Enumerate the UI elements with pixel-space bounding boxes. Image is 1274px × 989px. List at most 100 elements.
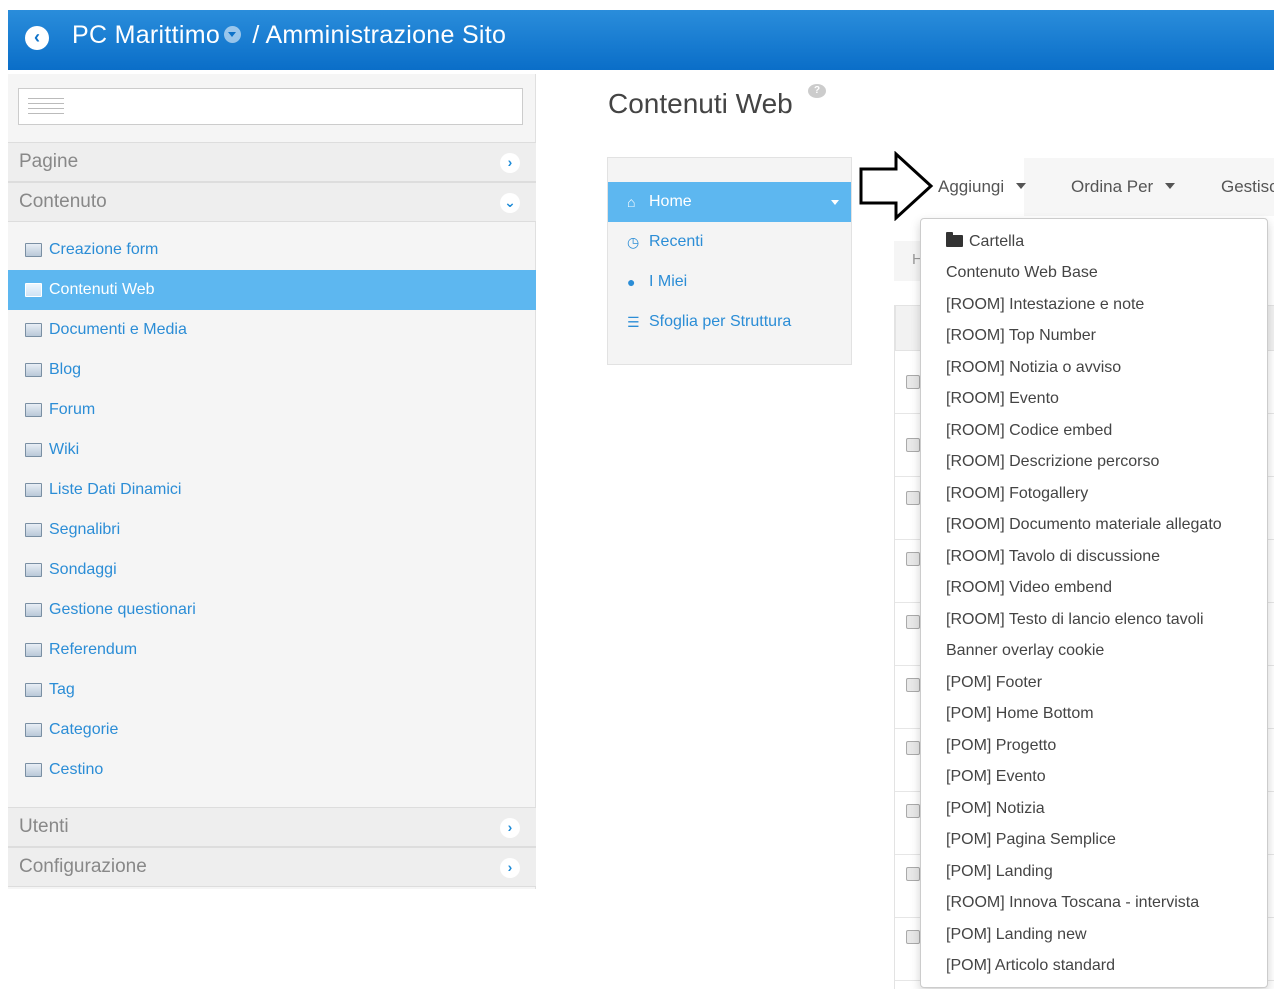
content-subnav: ⌂ Home ◷ Recenti ● I Miei ☰ Sfoglia per … [607,157,852,365]
add-label: Aggiungi [938,177,1005,196]
sidebar-item-wiki[interactable]: Wiki [8,430,536,470]
wiki-icon [25,443,42,457]
sidebar-item-blog[interactable]: Blog [8,350,536,390]
menu-item[interactable]: Contenuto Web Base [946,257,1098,288]
sidebar-item-forum[interactable]: Forum [8,390,536,430]
menu-item[interactable]: [ROOM] Codice embed [946,415,1112,446]
menu-item[interactable]: [ROOM] Documento materiale allegato [946,509,1222,540]
menu-item[interactable]: [ROOM] Top Number [946,320,1096,351]
dynamic-data-icon [25,483,42,497]
pointer-arrow-icon [859,151,934,221]
row-checkbox[interactable] [906,375,920,389]
sidebar-item-segnalibri[interactable]: Segnalibri [8,510,536,550]
sidebar-item-contenuti-web[interactable]: Contenuti Web [8,270,536,310]
row-checkbox[interactable] [906,491,920,505]
menu-item[interactable]: [POM] Landing [946,856,1053,887]
sidebar-item-label: Sondaggi [49,561,117,578]
sidebar-item-referendum[interactable]: Referendum [8,630,536,670]
menu-item[interactable]: [POM] Landing new [946,919,1087,950]
top-bar: ‹ PC Marittimo / Amministrazione Sito [8,10,1274,70]
sidebar-item-sondaggi[interactable]: Sondaggi [8,550,536,590]
clock-icon: ◷ [627,234,640,250]
menu-item[interactable]: [ROOM] Testo di lancio elenco tavoli [946,604,1204,635]
menu-item[interactable]: [ROOM] Innova Toscana - intervista [946,887,1199,918]
panel-configurazione[interactable]: Configurazione › [8,847,536,887]
menu-item[interactable]: [POM] Footer [946,667,1042,698]
row-checkbox[interactable] [906,867,920,881]
chevron-down-icon[interactable] [224,25,242,43]
row-checkbox[interactable] [906,615,920,629]
menu-item[interactable]: [POM] Notizia [946,793,1045,824]
menu-item[interactable]: [ROOM] Intestazione e note [946,289,1144,320]
subnav-i-miei[interactable]: ● I Miei [608,262,851,302]
user-icon: ● [627,274,636,290]
menu-item-cartella[interactable]: Cartella [946,226,1024,257]
sort-button[interactable]: Ordina Per [1071,158,1176,216]
back-icon[interactable]: ‹ [25,26,49,50]
menu-item[interactable]: [POM] Articolo standard [946,950,1115,981]
sidebar-item-label: Gestione questionari [49,601,196,618]
chevron-right-icon: › [500,153,520,173]
subnav-label: Home [649,193,692,210]
sidebar-item-documenti[interactable]: Documenti e Media [8,310,536,350]
row-checkbox[interactable] [906,552,920,566]
sidebar-item-label: Documenti e Media [49,321,187,338]
page-title: Contenuti Web [608,88,793,119]
row-checkbox[interactable] [906,930,920,944]
menu-item[interactable]: [POM] Evento [946,761,1046,792]
help-icon[interactable]: ? [808,84,826,98]
content-toolbar: Aggiungi Ordina Per Gestisc [920,158,1274,216]
menu-item[interactable]: [ROOM] Video embend [946,572,1112,603]
manage-button[interactable]: Gestisc [1221,158,1274,216]
panel-utenti[interactable]: Utenti › [8,807,536,847]
sidebar-item-label: Tag [49,681,75,698]
row-checkbox[interactable] [906,741,920,755]
menu-item[interactable]: [ROOM] Fotogallery [946,478,1088,509]
menu-item[interactable]: [POM] Home Bottom [946,698,1094,729]
sidebar-item-liste-dati[interactable]: Liste Dati Dinamici [8,470,536,510]
subnav-sfoglia-struttura[interactable]: ☰ Sfoglia per Struttura [608,302,851,342]
subnav-label: Sfoglia per Struttura [649,313,792,330]
menu-lines-icon [28,98,64,118]
subnav-recenti[interactable]: ◷ Recenti [608,222,851,262]
sort-label: Ordina Per [1071,177,1154,196]
row-checkbox[interactable] [906,438,920,452]
chevron-down-icon: ⌄ [500,193,520,213]
sidebar-item-categorie[interactable]: Categorie [8,710,536,750]
menu-item[interactable]: [POM] Pagina Semplice [946,824,1116,855]
home-icon: ⌂ [627,194,636,210]
chevron-right-icon: › [500,818,520,838]
menu-item[interactable]: [ROOM] Notizia o avviso [946,352,1121,383]
form-icon [25,603,42,617]
sidebar-item-label: Wiki [49,441,80,458]
menu-item[interactable]: Banner overlay cookie [946,635,1104,666]
chevron-down-icon[interactable] [831,200,839,205]
sidebar-item-questionari[interactable]: Gestione questionari [8,590,536,630]
sidebar-item-creazione-form[interactable]: Creazione form [8,230,536,270]
row-checkbox[interactable] [906,804,920,818]
site-title: PC Marittimo / Amministrazione Sito [72,21,506,50]
menu-item[interactable]: [ROOM] Tavolo di discussione [946,541,1160,572]
sidebar: Pagine › Contenuto ⌄ Creazione form Cont… [8,74,536,889]
row-checkbox[interactable] [906,678,920,692]
list-icon: ☰ [627,314,640,330]
subnav-label: Recenti [649,233,704,250]
web-content-icon [25,283,42,297]
form-icon [25,243,42,257]
sidebar-item-cestino[interactable]: Cestino [8,750,536,790]
subnav-home[interactable]: ⌂ Home [608,182,851,222]
sidebar-item-tag[interactable]: Tag [8,670,536,710]
chevron-down-icon [1016,182,1027,189]
panel-label: Utenti [19,816,69,837]
trash-icon [25,763,42,777]
site-name[interactable]: PC Marittimo [72,21,220,49]
panel-contenuto[interactable]: Contenuto ⌄ [8,182,536,222]
search-input[interactable] [18,88,523,125]
subnav-label: I Miei [649,273,688,290]
menu-item[interactable]: [POM] Progetto [946,730,1056,761]
sidebar-item-label: Blog [49,361,82,378]
panel-pagine[interactable]: Pagine › [8,142,536,182]
sidebar-item-label: Cestino [49,761,104,778]
menu-item[interactable]: [ROOM] Descrizione percorso [946,446,1159,477]
menu-item[interactable]: [ROOM] Evento [946,383,1059,414]
